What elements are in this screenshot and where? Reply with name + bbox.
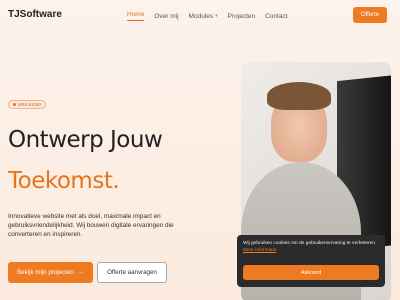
view-projects-label: Bekijk mijn projecten xyxy=(17,269,74,276)
nav-item-over-mij[interactable]: Over mij xyxy=(154,11,178,21)
cookie-text: Wij gebruiken cookies om de gebruikerser… xyxy=(243,241,377,246)
cookie-accept-button[interactable]: Akkoord xyxy=(243,265,379,280)
cookie-more-info-link[interactable]: Meer informatie xyxy=(243,248,276,253)
person-hair xyxy=(267,82,331,110)
hero-title-line2: Toekomst. xyxy=(8,168,120,194)
top-navigation: TJSoftware Home Over mij Modules ▾ Proje… xyxy=(0,0,400,30)
chevron-down-icon: ▾ xyxy=(215,13,218,19)
arrow-right-icon: → xyxy=(77,269,84,276)
welcome-badge: WELKOM! xyxy=(8,100,47,109)
welcome-badge-label: WELKOM! xyxy=(18,102,42,107)
logo[interactable]: TJSoftware xyxy=(8,9,62,20)
cookie-banner: Wij gebruiken cookies om de gebruikerser… xyxy=(237,235,385,287)
view-projects-button[interactable]: Bekijk mijn projecten → xyxy=(8,262,93,283)
nav-item-modules-label: Modules xyxy=(188,12,214,20)
offerte-button[interactable]: Offerte xyxy=(353,7,387,23)
nav-item-projecten[interactable]: Projecten xyxy=(228,11,255,21)
nav-item-modules[interactable]: Modules ▾ xyxy=(189,11,218,21)
main-menu: Home Over mij Modules ▾ Projecten Contac… xyxy=(127,11,298,21)
cookie-message: Wij gebruiken cookies om de gebruikerser… xyxy=(243,240,379,254)
dot-icon xyxy=(13,103,16,106)
request-quote-button[interactable]: Offerte aanvragen xyxy=(97,262,167,283)
nav-item-home[interactable]: Home xyxy=(127,11,145,21)
hero-lead-text: Innovatieve website met als doel, maxima… xyxy=(8,213,174,238)
nav-item-contact[interactable]: Contact xyxy=(265,11,287,21)
hero-title-line1: Ontwerp Jouw xyxy=(8,127,163,153)
